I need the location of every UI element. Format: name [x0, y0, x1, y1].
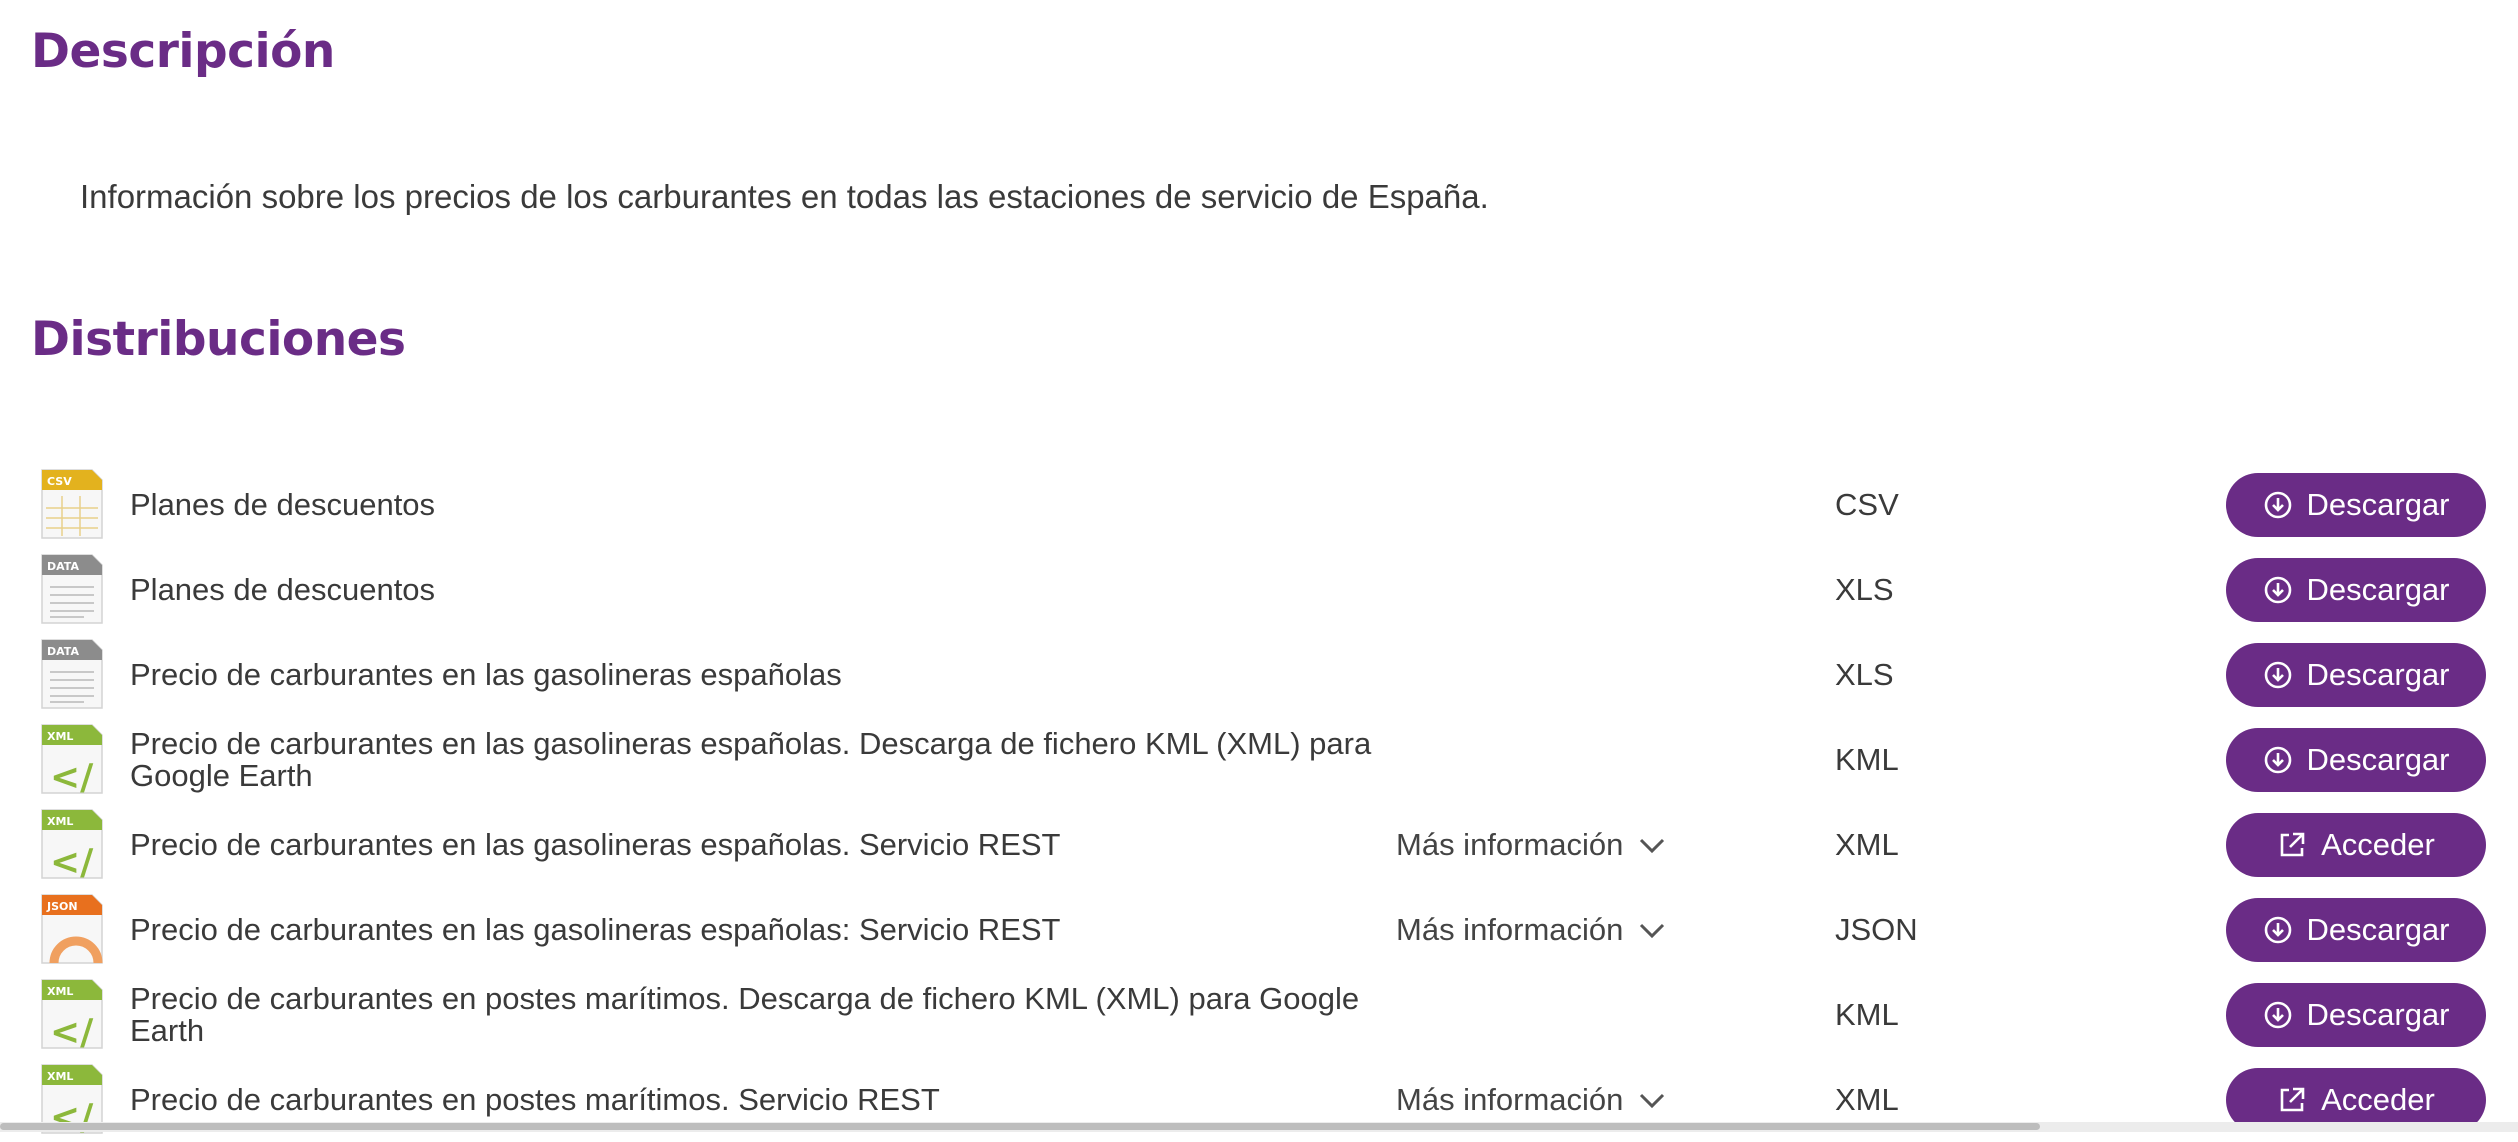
- description-text: Información sobre los precios de los car…: [80, 178, 1489, 215]
- distribution-title: Precio de carburantes en las gasolineras…: [130, 726, 1372, 793]
- distribution-format: CSV: [1835, 487, 1899, 522]
- distribution-row: XML </ Precio de carburantes en las gasoli…: [0, 803, 2518, 887]
- distribution-title: Planes de descuentos: [130, 572, 436, 607]
- scrollbar-thumb[interactable]: [0, 1123, 2040, 1130]
- external-link-icon: [2277, 830, 2307, 860]
- distribution-row: DATA Precio de carburantes en las gasolin…: [0, 633, 2518, 717]
- svg-text:XML: XML: [47, 985, 73, 998]
- svg-text:DATA: DATA: [47, 645, 79, 658]
- download-icon: [2263, 915, 2293, 945]
- download-icon: [2263, 660, 2293, 690]
- svg-text:</: </: [50, 842, 94, 880]
- button-label: Acceder: [2321, 827, 2435, 862]
- distribution-row: XML </ Precio de carburantes en postes mar…: [0, 973, 2518, 1057]
- svg-text:CSV: CSV: [47, 475, 72, 488]
- distribution-title: Precio de carburantes en postes marítimo…: [130, 981, 1360, 1048]
- distribution-title: Precio de carburantes en las gasolineras…: [130, 657, 842, 692]
- distribution-format: XML: [1835, 827, 1899, 862]
- chevron-down-icon: [1637, 1082, 1667, 1118]
- button-label: Descargar: [2306, 997, 2450, 1032]
- button-label: Descargar: [2306, 572, 2450, 607]
- svg-text:XML: XML: [47, 730, 73, 743]
- distribution-row: JSON Precio de carburantes en las gasolin…: [0, 888, 2518, 972]
- svg-text:XML: XML: [47, 1070, 73, 1083]
- more-info-toggle[interactable]: Más información: [1396, 803, 1667, 887]
- svg-text:XML: XML: [47, 815, 73, 828]
- distribution-row: XML </ Precio de carburantes en las gasoli…: [0, 718, 2518, 802]
- distribution-format: XLS: [1835, 657, 1894, 692]
- svg-text:</: </: [50, 1012, 94, 1050]
- more-info-label: Más información: [1396, 827, 1624, 862]
- distributions-heading: Distribuciones: [31, 312, 406, 367]
- download-button[interactable]: Descargar: [2226, 898, 2486, 962]
- more-info-toggle[interactable]: Más información: [1396, 888, 1667, 972]
- download-button[interactable]: Descargar: [2226, 728, 2486, 792]
- distribution-format: KML: [1835, 997, 1899, 1032]
- distribution-title: Precio de carburantes en las gasolineras…: [130, 912, 1061, 947]
- download-icon: [2263, 745, 2293, 775]
- download-icon: [2263, 490, 2293, 520]
- distribution-row: DATA Planes de descuentos XLS Descargar: [0, 548, 2518, 632]
- download-button[interactable]: Descargar: [2226, 643, 2486, 707]
- more-info-label: Más información: [1396, 1082, 1624, 1117]
- distribution-format: JSON: [1835, 912, 1918, 947]
- svg-text:</: </: [50, 757, 94, 795]
- external-link-icon: [2277, 1085, 2307, 1115]
- chevron-down-icon: [1637, 827, 1667, 863]
- button-label: Descargar: [2306, 487, 2450, 522]
- distribution-format: XLS: [1835, 572, 1894, 607]
- distribution-format: KML: [1835, 742, 1899, 777]
- download-button[interactable]: Descargar: [2226, 473, 2486, 537]
- chevron-down-icon: [1637, 912, 1667, 948]
- download-button[interactable]: Descargar: [2226, 983, 2486, 1047]
- button-label: Descargar: [2306, 657, 2450, 692]
- download-icon: [2263, 1000, 2293, 1030]
- svg-text:JSON: JSON: [46, 900, 78, 913]
- access-button[interactable]: Acceder: [2226, 813, 2486, 877]
- distribution-row: CSV Planes de descuentos CSV Descargar: [0, 463, 2518, 547]
- button-label: Descargar: [2306, 912, 2450, 947]
- more-info-label: Más información: [1396, 912, 1624, 947]
- distribution-title: Precio de carburantes en las gasolineras…: [130, 827, 1061, 862]
- svg-text:DATA: DATA: [47, 560, 79, 573]
- download-button[interactable]: Descargar: [2226, 558, 2486, 622]
- download-icon: [2263, 575, 2293, 605]
- button-label: Descargar: [2306, 742, 2450, 777]
- description-heading: Descripción: [31, 24, 335, 79]
- distribution-title: Planes de descuentos: [130, 487, 436, 522]
- button-label: Acceder: [2321, 1082, 2435, 1117]
